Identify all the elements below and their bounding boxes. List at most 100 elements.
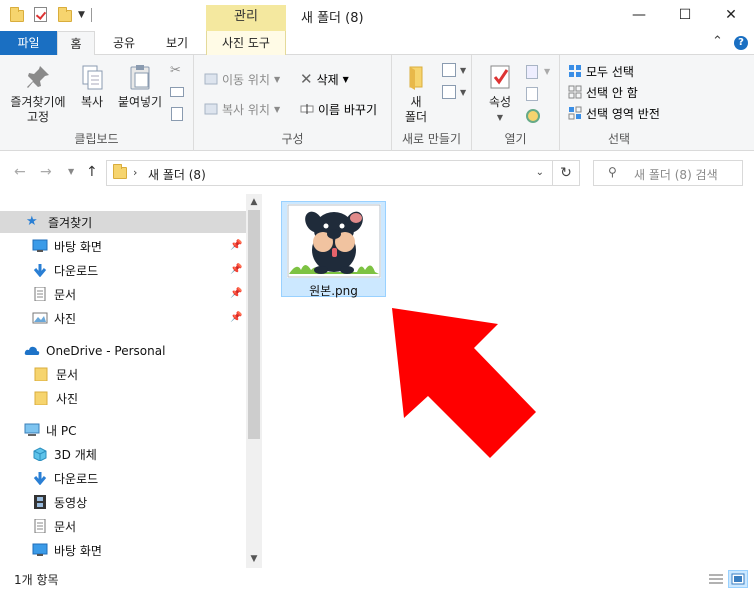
nav-pc-downloads[interactable]: 다운로드 xyxy=(0,467,246,489)
tab-file[interactable]: 파일 xyxy=(0,31,57,55)
forward-arrow-icon[interactable]: → xyxy=(40,164,52,180)
select-all-button[interactable]: 모두 선택 xyxy=(568,61,634,81)
nav-scrollbar[interactable]: ▲ ▼ xyxy=(246,194,262,568)
maximize-button[interactable]: ☐ xyxy=(662,0,708,31)
copy-to-icon xyxy=(204,102,218,116)
properties-icon[interactable] xyxy=(34,7,48,23)
properties-button[interactable]: 속성 ▼ xyxy=(482,63,518,125)
scrollbar-thumb[interactable] xyxy=(248,210,260,439)
address-bar[interactable]: › 새 폴더 (8) ⌄ xyxy=(106,160,553,186)
search-placeholder: 새 폴더 (8) 검색 xyxy=(634,168,718,182)
navigation-pane: ★ 즐겨찾기 바탕 화면 📌 다운로드 📌 문서 📌 사진 📌 OneDrive… xyxy=(0,194,262,568)
file-item[interactable]: 원본.png xyxy=(281,201,386,298)
select-none-button[interactable]: 선택 안 함 xyxy=(568,82,638,102)
delete-x-icon: ✕ xyxy=(300,70,313,88)
details-view-button[interactable] xyxy=(706,570,726,588)
invert-selection-button[interactable]: 선택 영역 반전 xyxy=(568,103,660,123)
new-item-chevron-icon[interactable]: ▼ xyxy=(460,66,466,75)
paste-icon xyxy=(126,63,154,91)
nav-onedrive-documents[interactable]: 문서 xyxy=(0,363,246,385)
pin-label-line1: 즐겨찾기에 xyxy=(10,95,66,109)
close-button[interactable]: ✕ xyxy=(708,0,754,31)
pin-to-quick-access-button[interactable]: 즐겨찾기에 고정 xyxy=(6,63,70,125)
download-icon xyxy=(32,471,48,486)
easy-access-chevron-icon[interactable]: ▼ xyxy=(460,88,466,97)
address-dropdown-chevron-icon[interactable]: ⌄ xyxy=(536,167,544,178)
refresh-button[interactable]: ↻ xyxy=(553,160,580,186)
large-icons-view-icon xyxy=(731,573,745,585)
desktop-icon xyxy=(32,239,48,253)
large-icons-view-button[interactable] xyxy=(728,570,748,588)
customize-toolbar-chevron-icon[interactable]: ▼ xyxy=(78,10,85,20)
history-icon[interactable] xyxy=(526,109,540,123)
nav-pc-documents[interactable]: 문서 xyxy=(0,515,246,537)
nav-desktop[interactable]: 바탕 화면 📌 xyxy=(0,235,246,257)
back-arrow-icon[interactable]: ← xyxy=(14,164,26,180)
nav-label: OneDrive - Personal xyxy=(46,344,166,358)
cut-icon[interactable]: ✂ xyxy=(170,63,181,78)
nav-pictures[interactable]: 사진 📌 xyxy=(0,307,246,329)
recent-locations-chevron-icon[interactable]: ▼ xyxy=(68,167,74,176)
cloud-icon xyxy=(24,344,40,358)
delete-button[interactable]: ✕ 삭제 ▼ xyxy=(300,69,349,89)
new-group: 새 폴더 ▼ ▼ 새로 만들기 xyxy=(392,55,472,151)
properties-check-icon xyxy=(486,63,514,91)
nav-quick-access[interactable]: ★ 즐겨찾기 xyxy=(0,211,246,233)
nav-pc-desktop[interactable]: 바탕 화면 xyxy=(0,539,246,561)
invert-selection-label: 선택 영역 반전 xyxy=(586,106,660,121)
edit-icon[interactable] xyxy=(526,87,538,101)
select-all-icon xyxy=(568,64,582,78)
paste-button[interactable]: 붙여넣기 xyxy=(113,63,167,110)
tab-view[interactable]: 보기 xyxy=(156,31,198,55)
folder-icon xyxy=(34,367,50,382)
minimize-button[interactable]: — xyxy=(616,0,662,31)
new-item-icon[interactable] xyxy=(442,63,456,77)
toolbar-divider xyxy=(90,8,92,22)
select-none-icon xyxy=(568,85,582,99)
move-to-button[interactable]: 이동 위치 ▼ xyxy=(204,69,280,89)
breadcrumb-chevron-icon[interactable]: › xyxy=(133,166,137,179)
tab-manage[interactable]: 관리 xyxy=(206,5,286,31)
nav-label: 즐겨찾기 xyxy=(48,215,93,230)
paste-label: 붙여넣기 xyxy=(117,95,163,109)
easy-access-icon[interactable] xyxy=(442,85,456,99)
nav-documents[interactable]: 문서 📌 xyxy=(0,283,246,305)
select-group: 모두 선택 선택 안 함 선택 영역 반전 선택 xyxy=(560,55,678,151)
nav-3d-objects[interactable]: 3D 개체 xyxy=(0,443,246,465)
nav-downloads[interactable]: 다운로드 📌 xyxy=(0,259,246,281)
navigation-bar: ← → ▼ ↑ › 새 폴더 (8) ⌄ ↻ ⚲ 새 폴더 (8) 검색 xyxy=(0,151,754,194)
tab-share[interactable]: 공유 xyxy=(104,31,144,55)
nav-label: 동영상 xyxy=(54,495,88,510)
copy-button[interactable]: 복사 xyxy=(72,63,112,110)
properties-chevron-icon[interactable]: ▼ xyxy=(482,110,518,125)
new-folder-icon[interactable] xyxy=(58,7,72,23)
copy-to-button[interactable]: 복사 위치 ▼ xyxy=(204,99,280,119)
copy-path-icon[interactable] xyxy=(170,87,184,97)
properties-label: 속성 xyxy=(488,95,512,109)
new-folder-button[interactable]: 새 폴더 xyxy=(398,63,434,125)
help-icon[interactable]: ? xyxy=(734,36,748,50)
search-input[interactable]: ⚲ 새 폴더 (8) 검색 xyxy=(593,160,743,186)
nav-label: 문서 xyxy=(56,367,79,382)
copy-icon xyxy=(78,63,106,91)
up-arrow-icon[interactable]: ↑ xyxy=(86,164,98,180)
clipboard-group: 즐겨찾기에 고정 복사 붙여넣기 ✂ 클립보드 xyxy=(0,55,194,151)
scroll-up-icon[interactable]: ▲ xyxy=(246,197,262,207)
open-chevron-icon[interactable]: ▼ xyxy=(544,67,550,76)
minimize-ribbon-chevron-icon[interactable]: ⌃ xyxy=(712,34,723,49)
open-icon[interactable] xyxy=(526,65,538,79)
file-name: 원본.png xyxy=(309,284,358,298)
select-group-label: 선택 xyxy=(607,132,631,146)
nav-videos[interactable]: 동영상 xyxy=(0,491,246,513)
quick-access-toolbar: ▼ xyxy=(10,7,92,23)
nav-onedrive-pictures[interactable]: 사진 xyxy=(0,387,246,409)
rename-button[interactable]: 이름 바꾸기 xyxy=(300,99,377,119)
tab-picture-tools[interactable]: 사진 도구 xyxy=(206,31,286,55)
pin-label-line2: 고정 xyxy=(26,110,50,124)
nav-this-pc[interactable]: 내 PC xyxy=(0,419,246,441)
scroll-down-icon[interactable]: ▼ xyxy=(246,554,262,564)
new-folder-icon xyxy=(402,63,430,91)
nav-onedrive[interactable]: OneDrive - Personal xyxy=(0,340,246,362)
tab-home[interactable]: 홈 xyxy=(57,31,95,56)
paste-shortcut-icon[interactable] xyxy=(171,107,183,121)
